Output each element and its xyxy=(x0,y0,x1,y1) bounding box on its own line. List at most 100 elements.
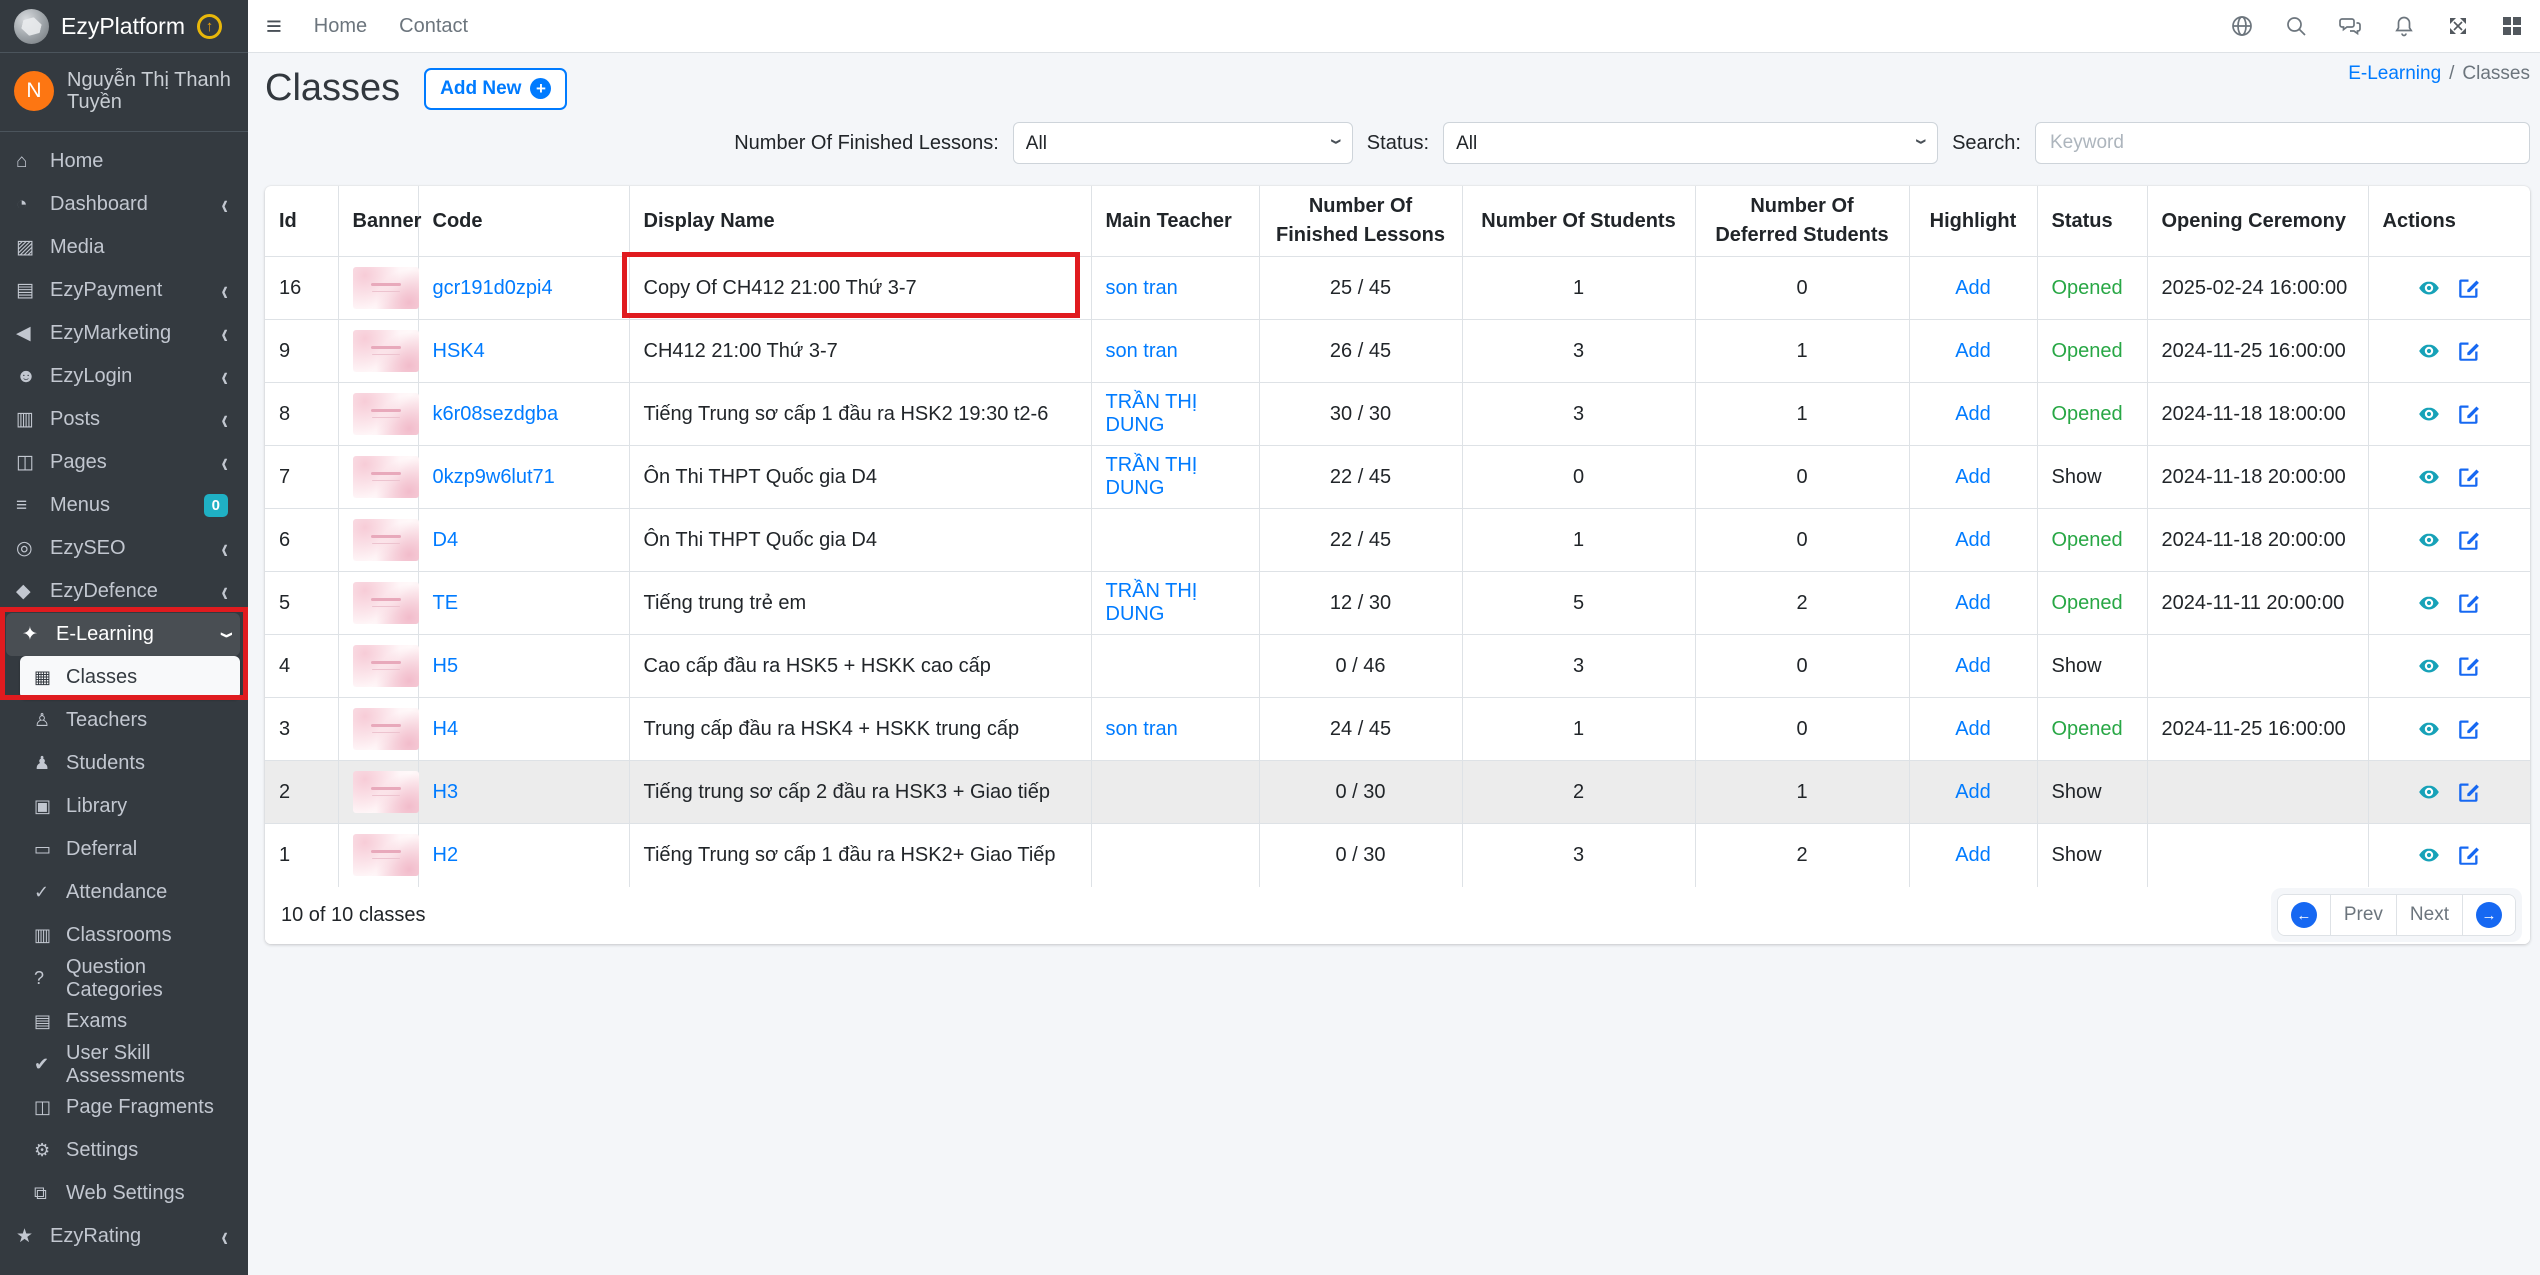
main-teacher-link[interactable]: TRẦN THỊ DUNG xyxy=(1106,454,1198,499)
deferred-students-cell: 1 xyxy=(1695,383,1909,446)
sidebar-item-question-categories[interactable]: ? Question Categories xyxy=(20,957,240,1000)
first-page-button[interactable]: ← xyxy=(2278,895,2330,935)
edit-action-button[interactable] xyxy=(2457,591,2481,615)
edit-action-button[interactable] xyxy=(2457,528,2481,552)
finished-lessons-select[interactable]: All xyxy=(1013,122,1353,164)
sidebar-item-exams[interactable]: ▤ Exams xyxy=(20,1000,240,1043)
sidebar-item-ezymarketing[interactable]: ◀ EzyMarketing ‹ xyxy=(0,312,240,355)
star-icon: ★ xyxy=(16,1225,50,1248)
highlight-add-link[interactable]: Add xyxy=(1955,781,1991,803)
main-teacher-link[interactable]: son tran xyxy=(1106,340,1178,362)
highlight-add-link[interactable]: Add xyxy=(1955,592,1991,614)
sidebar-item-ezylogin[interactable]: ☻ EzyLogin ‹ xyxy=(0,355,240,398)
edit-action-button[interactable] xyxy=(2457,465,2481,489)
brand-name: EzyPlatform xyxy=(61,13,185,40)
main-area: ≡ Home Contact Classes xyxy=(248,0,2540,1275)
sidebar-item-web-settings[interactable]: ⧉ Web Settings xyxy=(20,1172,240,1215)
class-banner-cell xyxy=(338,257,418,320)
topnav-contact-link[interactable]: Contact xyxy=(399,15,468,38)
sidebar-item-user-skill-assessments[interactable]: ✔ User Skill Assessments xyxy=(20,1043,240,1086)
highlight-add-link[interactable]: Add xyxy=(1955,529,1991,551)
sidebar-item-students[interactable]: ♟ Students xyxy=(20,742,240,785)
chat-icon[interactable] xyxy=(2338,14,2362,38)
view-action-button[interactable] xyxy=(2417,654,2441,678)
main-teacher-link[interactable]: TRẦN THỊ DUNG xyxy=(1106,391,1198,436)
edit-action-button[interactable] xyxy=(2457,843,2481,867)
class-code-link[interactable]: gcr191d0zpi4 xyxy=(433,277,553,299)
sidebar-item-ezydefence[interactable]: ◆ EzyDefence ‹ xyxy=(0,570,240,613)
search-icon[interactable] xyxy=(2284,14,2308,38)
next-page-button[interactable]: Next xyxy=(2396,895,2462,935)
breadcrumb-elearning-link[interactable]: E-Learning xyxy=(2348,63,2441,84)
edit-action-button[interactable] xyxy=(2457,276,2481,300)
highlight-add-link[interactable]: Add xyxy=(1955,655,1991,677)
sidebar-item-attendance[interactable]: ✓ Attendance xyxy=(20,871,240,914)
highlight-add-link[interactable]: Add xyxy=(1955,844,1991,866)
table-row: 8 k6r08sezdgba Tiếng Trung sơ cấp 1 đầu … xyxy=(265,383,2530,446)
sidebar-item-media[interactable]: ▨ Media xyxy=(0,226,240,269)
main-teacher-link[interactable]: TRẦN THỊ DUNG xyxy=(1106,580,1198,625)
class-code-link[interactable]: k6r08sezdgba xyxy=(433,403,559,425)
fullscreen-icon[interactable] xyxy=(2446,14,2470,38)
class-code-link[interactable]: H4 xyxy=(433,718,459,740)
class-code-link[interactable]: 0kzp9w6lut71 xyxy=(433,466,555,488)
edit-action-button[interactable] xyxy=(2457,402,2481,426)
user-panel[interactable]: N Nguyễn Thị Thanh Tuyền xyxy=(0,53,248,132)
main-teacher-link[interactable]: son tran xyxy=(1106,277,1178,299)
highlight-add-link[interactable]: Add xyxy=(1955,403,1991,425)
view-action-button[interactable] xyxy=(2417,717,2441,741)
add-new-button[interactable]: Add New + xyxy=(424,68,567,110)
sidebar-item-pages[interactable]: ◫ Pages ‹ xyxy=(0,441,240,484)
sidebar-item-e-learning[interactable]: ✦ E-Learning ‹ xyxy=(6,613,240,656)
prev-page-button[interactable]: Prev xyxy=(2330,895,2396,935)
view-action-button[interactable] xyxy=(2417,780,2441,804)
sidebar-item-ezyrating[interactable]: ★ EzyRating ‹ xyxy=(0,1215,240,1258)
edit-action-button[interactable] xyxy=(2457,339,2481,363)
view-action-button[interactable] xyxy=(2417,276,2441,300)
highlight-add-link[interactable]: Add xyxy=(1955,340,1991,362)
sidebar-item-classrooms[interactable]: ▥ Classrooms xyxy=(20,914,240,957)
status-select[interactable]: All xyxy=(1443,122,1938,164)
sidebar-item-ezypayment[interactable]: ▤ EzyPayment ‹ xyxy=(0,269,240,312)
sidebar-item-dashboard[interactable]: ◔ Dashboard ‹ xyxy=(0,183,240,226)
view-action-button[interactable] xyxy=(2417,402,2441,426)
highlight-add-link[interactable]: Add xyxy=(1955,718,1991,740)
bell-icon[interactable] xyxy=(2392,14,2416,38)
sidebar-item-settings[interactable]: ⚙ Settings xyxy=(20,1129,240,1172)
topnav-home-link[interactable]: Home xyxy=(314,15,367,38)
newspaper-icon: ▥ xyxy=(16,408,50,431)
view-action-button[interactable] xyxy=(2417,528,2441,552)
highlight-add-link[interactable]: Add xyxy=(1955,466,1991,488)
sidebar-item-ezyseo[interactable]: ◎ EzySEO ‹ xyxy=(0,527,240,570)
class-code-link[interactable]: H5 xyxy=(433,655,459,677)
view-action-button[interactable] xyxy=(2417,465,2441,489)
sidebar-item-classes[interactable]: ▦ Classes xyxy=(20,656,240,699)
edit-action-button[interactable] xyxy=(2457,654,2481,678)
brand[interactable]: EzyPlatform ↑ xyxy=(0,0,248,53)
search-input[interactable] xyxy=(2035,122,2530,164)
edit-action-button[interactable] xyxy=(2457,717,2481,741)
sidebar-item-deferral[interactable]: ▭ Deferral xyxy=(20,828,240,871)
view-action-button[interactable] xyxy=(2417,591,2441,615)
sidebar-item-home[interactable]: ⌂ Home xyxy=(0,140,240,183)
sidebar-item-menus[interactable]: ≡ Menus 0 xyxy=(0,484,240,527)
sidebar-item-posts[interactable]: ▥ Posts ‹ xyxy=(0,398,240,441)
sidebar-item-library[interactable]: ▣ Library xyxy=(20,785,240,828)
sidebar-item-page-fragments[interactable]: ◫ Page Fragments xyxy=(20,1086,240,1129)
main-teacher-link[interactable]: son tran xyxy=(1106,718,1178,740)
sidebar-item-teachers[interactable]: ♙ Teachers xyxy=(20,699,240,742)
last-page-button[interactable]: → xyxy=(2462,895,2515,935)
class-code-link[interactable]: H2 xyxy=(433,844,459,866)
class-code-link[interactable]: D4 xyxy=(433,529,459,551)
globe-icon[interactable] xyxy=(2230,14,2254,38)
edit-action-button[interactable] xyxy=(2457,780,2481,804)
view-action-button[interactable] xyxy=(2417,843,2441,867)
hamburger-menu-icon[interactable]: ≡ xyxy=(266,13,282,40)
class-code-link[interactable]: TE xyxy=(433,592,459,614)
view-action-button[interactable] xyxy=(2417,339,2441,363)
highlight-add-link[interactable]: Add xyxy=(1955,277,1991,299)
user-icon: ☻ xyxy=(16,366,50,388)
class-code-link[interactable]: H3 xyxy=(433,781,459,803)
class-code-link[interactable]: HSK4 xyxy=(433,340,485,362)
grid-menu-icon[interactable] xyxy=(2500,14,2524,38)
